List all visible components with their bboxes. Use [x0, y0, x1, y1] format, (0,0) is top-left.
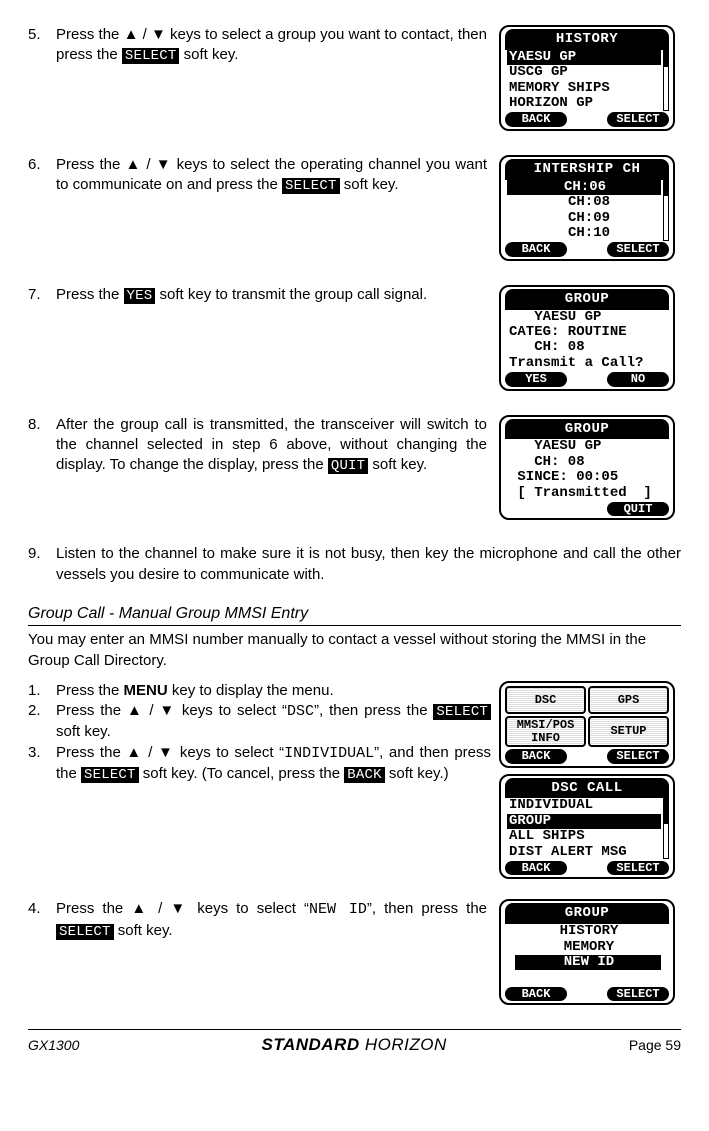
step-num: 2.	[28, 701, 56, 743]
lcd-title: GROUP	[505, 903, 669, 924]
section-heading: Group Call - Manual Group MMSI Entry	[28, 603, 681, 627]
softkey-select: SELECT	[607, 987, 669, 1001]
lcd-group-confirm: GROUP YAESU GP CATEG: ROUTINE CH: 08 Tra…	[499, 285, 675, 391]
lcd-line: MEMORY	[507, 940, 669, 955]
step-text: Press the ▲ / ▼ keys to select “DSC”, th…	[56, 701, 491, 743]
step-num: 3.	[28, 743, 56, 785]
lcd-history: HISTORY YAESU GP USCG GP MEMORY SHIPS HO…	[499, 25, 675, 131]
lcd-line: CH: 08	[507, 340, 669, 355]
softkey-back: BACK	[505, 749, 567, 763]
scrollbar	[663, 796, 669, 860]
lcd-dsc-call: DSC CALL INDIVIDUAL GROUP ALL SHIPS DIST…	[499, 774, 675, 880]
step-text: Press the ▲ / ▼ keys to select “INDIVIDU…	[56, 743, 491, 785]
page-footer: GX1300 STANDARD HORIZON Page 59	[28, 1029, 681, 1057]
lcd-line: MEMORY SHIPS	[507, 81, 669, 96]
lcd-line: YAESU GP	[507, 310, 669, 325]
quad-setup: SETUP	[588, 716, 669, 747]
step-text: Press the YES soft key to transmit the g…	[56, 285, 495, 306]
softkey-yes: YES	[505, 372, 567, 386]
step-num: 6.	[28, 155, 56, 175]
scrollbar	[663, 177, 669, 241]
lcd-line: HISTORY	[507, 924, 669, 939]
softkey-select: SELECT	[607, 861, 669, 875]
step-num: 5.	[28, 25, 56, 45]
lcd-line: NEW ID	[515, 955, 661, 970]
model-number: GX1300	[28, 1036, 79, 1055]
softkey-back: BACK	[505, 987, 567, 1001]
lcd-line: DIST ALERT MSG	[507, 845, 669, 860]
page-number: Page 59	[629, 1036, 681, 1055]
lcd-line: CH: 08	[507, 455, 669, 470]
lcd-line: CH:08	[507, 195, 669, 210]
softkey-back: BACK	[505, 242, 567, 256]
quad-dsc: DSC	[505, 686, 586, 714]
lcd-line: [ Transmitted ]	[507, 486, 669, 501]
step-num: 9.	[28, 544, 56, 564]
lcd-line: CH:06	[507, 180, 661, 195]
softkey-select: SELECT	[607, 749, 669, 763]
lcd-group-transmitted: GROUP YAESU GP CH: 08 SINCE: 00:05 [ Tra…	[499, 415, 675, 521]
lcd-title: DSC CALL	[505, 778, 669, 799]
step-text: After the group call is transmitted, the…	[56, 415, 495, 476]
softkey-no: NO	[607, 372, 669, 386]
softkey-select: SELECT	[607, 112, 669, 126]
step-text: Press the ▲ / ▼ keys to select the opera…	[56, 155, 495, 196]
step-text: Listen to the channel to make sure it is…	[56, 544, 681, 585]
lcd-line: CH:09	[507, 211, 669, 226]
lcd-line: USCG GP	[507, 65, 669, 80]
step-num: 4.	[28, 899, 56, 919]
section-intro: You may enter an MMSI number manually to…	[28, 630, 681, 671]
brand-logo: STANDARD HORIZON	[261, 1034, 446, 1057]
step-text: Press the ▲ / ▼ keys to select a group y…	[56, 25, 495, 66]
step-num: 8.	[28, 415, 56, 435]
lcd-line: YAESU GP	[507, 50, 661, 65]
quad-gps: GPS	[588, 686, 669, 714]
step-text: Press the MENU key to display the menu.	[56, 681, 491, 701]
lcd-line: SINCE: 00:05	[507, 470, 669, 485]
lcd-menu-quad: DSC GPS MMSI/POSINFO SETUP BACK SELECT	[499, 681, 675, 768]
softkey-select: SELECT	[607, 242, 669, 256]
lcd-line: INDIVIDUAL	[507, 798, 669, 813]
lcd-title: GROUP	[505, 289, 669, 310]
softkey-back: BACK	[505, 112, 567, 126]
lcd-group-menu: GROUP HISTORY MEMORY NEW ID BACK SELECT	[499, 899, 675, 1005]
lcd-title: INTERSHIP CH	[505, 159, 669, 180]
quad-mmsi: MMSI/POSINFO	[505, 716, 586, 747]
lcd-title: HISTORY	[505, 29, 669, 50]
step-num: 7.	[28, 285, 56, 305]
step-text: Press the ▲ / ▼ keys to select “NEW ID”,…	[56, 899, 495, 941]
softkey-back: BACK	[505, 861, 567, 875]
lcd-title: GROUP	[505, 419, 669, 440]
softkey-quit: QUIT	[607, 502, 669, 516]
lcd-line: HORIZON GP	[507, 96, 669, 111]
lcd-line: CH:10	[507, 226, 669, 241]
lcd-line: Transmit a Call?	[507, 356, 669, 371]
lcd-line: ALL SHIPS	[507, 829, 669, 844]
step-num: 1.	[28, 681, 56, 701]
lcd-intership: INTERSHIP CH CH:06 CH:08 CH:09 CH:10 BAC…	[499, 155, 675, 261]
lcd-line: GROUP	[507, 814, 661, 829]
scrollbar	[663, 47, 669, 111]
lcd-line: CATEG: ROUTINE	[507, 325, 669, 340]
lcd-line: YAESU GP	[507, 439, 669, 454]
